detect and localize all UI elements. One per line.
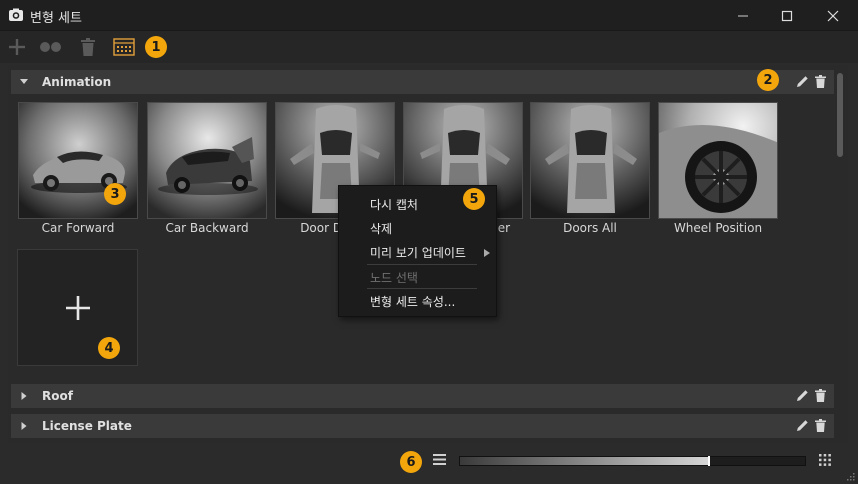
wheel-image	[659, 103, 777, 218]
menu-separator	[367, 288, 477, 289]
close-button[interactable]	[810, 0, 856, 31]
pencil-icon[interactable]	[796, 75, 809, 88]
window-title: 변형 세트	[30, 11, 82, 26]
menu-item-delete[interactable]: 삭제	[370, 220, 392, 237]
car-top-image	[531, 103, 649, 218]
section-label: Animation	[42, 75, 112, 89]
callout-badge-3: 3	[104, 183, 126, 205]
section-header-animation[interactable]: Animation	[11, 70, 834, 94]
menu-item-update-preview[interactable]: 미리 보기 업데이트	[370, 244, 466, 261]
slider-handle[interactable]	[708, 456, 710, 466]
add-variant-set-button[interactable]	[6, 35, 28, 59]
plus-icon	[9, 39, 25, 55]
title-bar: 변형 세트	[0, 0, 858, 31]
menu-item-recapture[interactable]: 다시 캡처	[370, 196, 418, 213]
resize-grip-icon[interactable]	[846, 472, 855, 481]
close-icon	[827, 10, 839, 21]
maximize-icon	[781, 10, 793, 21]
pencil-icon[interactable]	[796, 389, 809, 402]
menu-item-select-nodes[interactable]: 노드 선택	[370, 269, 418, 286]
thumbnail-doors-all[interactable]	[530, 102, 650, 219]
thumbnail-label: Wheel Position	[673, 221, 763, 235]
slider-fill	[460, 457, 708, 465]
section-label: Roof	[42, 389, 73, 403]
trash-icon[interactable]	[815, 419, 826, 432]
plus-icon	[65, 295, 90, 320]
menu-separator	[367, 264, 477, 265]
thumbnail-size-slider[interactable]	[459, 456, 806, 466]
duplicate-button[interactable]	[38, 35, 64, 59]
camera-app-icon	[9, 8, 23, 21]
chevron-right-icon[interactable]	[19, 421, 29, 431]
callout-badge-2: 2	[757, 69, 779, 91]
properties-button[interactable]	[112, 35, 136, 59]
minimize-icon	[738, 15, 748, 16]
menu-item-properties[interactable]: 변형 세트 속성...	[370, 293, 455, 310]
car-image	[148, 103, 266, 218]
trash-icon[interactable]	[815, 75, 826, 88]
circles-icon	[40, 42, 61, 52]
thumbnail-label: Car Forward	[41, 221, 115, 235]
callout-badge-1: 1	[145, 36, 167, 58]
minimize-button[interactable]	[720, 0, 766, 31]
trash-icon[interactable]	[815, 389, 826, 402]
callout-badge-5: 5	[463, 188, 485, 210]
section-label: License Plate	[42, 419, 132, 433]
delete-button[interactable]	[78, 35, 98, 59]
list-view-icon[interactable]	[433, 454, 446, 465]
maximize-button[interactable]	[764, 0, 810, 31]
thumbnail-car-backward[interactable]	[147, 102, 267, 219]
panel-icon	[113, 38, 135, 56]
vertical-scrollbar[interactable]	[834, 65, 848, 443]
scrollbar-thumb[interactable]	[837, 73, 843, 157]
thumbnail-label: Car Backward	[165, 221, 249, 235]
thumbnail-label: Doors All	[563, 221, 617, 235]
section-header-roof[interactable]: Roof	[11, 384, 834, 408]
thumbnail-wheel-position[interactable]	[658, 102, 778, 219]
toolbar	[0, 31, 858, 63]
callout-badge-6: 6	[400, 451, 422, 473]
section-header-license-plate[interactable]: License Plate	[11, 414, 834, 438]
chevron-right-icon[interactable]	[19, 391, 29, 401]
chevron-down-icon[interactable]	[19, 77, 29, 87]
pencil-icon[interactable]	[796, 419, 809, 432]
submenu-arrow-icon	[484, 249, 490, 257]
callout-badge-4: 4	[98, 337, 120, 359]
grid-view-icon[interactable]	[819, 454, 831, 466]
trash-icon	[81, 38, 95, 56]
